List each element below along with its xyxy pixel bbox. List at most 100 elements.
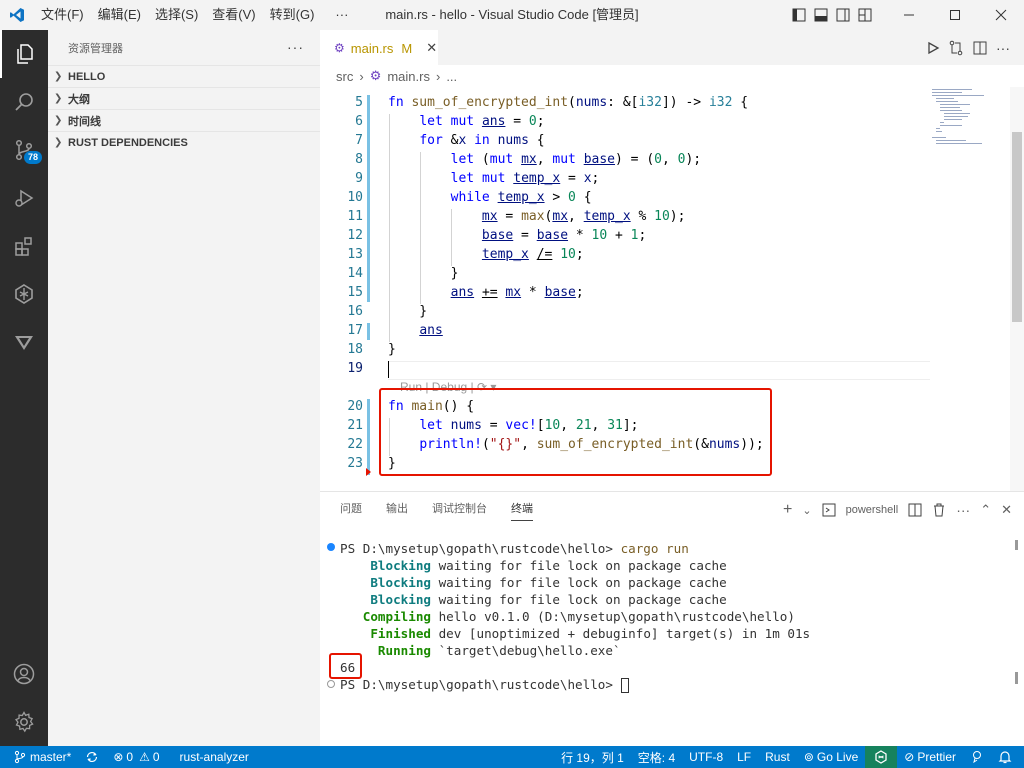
search-icon[interactable]	[0, 78, 48, 126]
panel-more-icon[interactable]: ···	[956, 502, 970, 518]
cargo-status-tag: Blocking	[370, 575, 432, 590]
gutter-modified-bar	[367, 399, 370, 475]
more-actions-icon[interactable]: ···	[996, 40, 1010, 56]
section-hello[interactable]: ❯ HELLO	[48, 65, 320, 87]
terminal-line: PS D:\mysetup\gopath\rustcode\hello>	[340, 676, 629, 693]
rust-file-icon: ⚙	[334, 41, 345, 55]
triangle-extension-icon[interactable]	[0, 318, 48, 366]
menu-selection[interactable]: 选择(S)	[148, 0, 205, 30]
split-editor-icon[interactable]	[972, 40, 988, 56]
cargo-status-text: waiting for file lock on package cache	[431, 592, 727, 607]
code-line: fn sum_of_encrypted_int(nums: &[i32]) ->…	[388, 95, 749, 110]
terminal-line: Finished dev [unoptimized + debuginfo] t…	[340, 625, 810, 642]
eol-status[interactable]: LF	[730, 746, 758, 768]
trash-icon[interactable]	[932, 503, 946, 517]
toggle-primary-sidebar-icon[interactable]	[788, 0, 810, 30]
code-line-cursor	[388, 361, 389, 378]
menu-edit[interactable]: 编辑(E)	[91, 0, 148, 30]
run-debug-icon[interactable]	[0, 174, 48, 222]
sidebar-more-icon[interactable]: ···	[287, 39, 304, 55]
menu-file[interactable]: 文件(F)	[34, 0, 91, 30]
tab-terminal[interactable]: 终端	[511, 500, 533, 521]
cargo-status-tag: Compiling	[362, 609, 431, 624]
branch-name: master*	[30, 750, 72, 764]
code-line: mx = max(mx, temp_x % 10);	[481, 209, 686, 224]
close-panel-icon[interactable]: ✕	[1001, 502, 1012, 518]
tab-output[interactable]: 输出	[386, 500, 408, 520]
chevron-right-icon: ❯	[54, 137, 63, 148]
line-number: 18	[347, 342, 363, 357]
rust-icon[interactable]	[0, 270, 48, 318]
new-terminal-icon[interactable]: +	[783, 501, 792, 519]
command-success-dot-icon	[327, 543, 335, 551]
line-number: 9	[355, 171, 363, 186]
feedback-icon[interactable]	[963, 746, 991, 768]
branch-status[interactable]: master*	[0, 746, 78, 768]
code-editor[interactable]: 5 6 7 8 9 10 11 12 13 14 15 16 17 18 19 …	[320, 87, 1024, 491]
close-window-icon[interactable]	[978, 0, 1024, 30]
cargo-status-text: hello v0.1.0 (D:\mysetup\gopath\rustcode…	[431, 609, 795, 624]
close-tab-icon[interactable]: ✕	[426, 40, 437, 56]
status-bar: master* ⊗ 0 ⚠ 0 rust-analyzer 行 19，列 1 空…	[0, 746, 1024, 768]
section-outline[interactable]: ❯ 大纲	[48, 87, 320, 109]
git-branch-icon	[14, 750, 26, 764]
go-live-status[interactable]: ⊚ Go Live	[797, 746, 865, 768]
current-line-highlight	[388, 361, 930, 380]
customize-layout-icon[interactable]	[854, 0, 876, 30]
maximize-panel-icon[interactable]: ⌃	[980, 502, 991, 518]
language-mode[interactable]: Rust	[758, 746, 797, 768]
breadcrumb-more[interactable]: ...	[446, 69, 457, 84]
sync-icon[interactable]	[78, 746, 106, 768]
encoding-status[interactable]: UTF-8	[682, 746, 730, 768]
toggle-secondary-sidebar-icon[interactable]	[832, 0, 854, 30]
check-circle-icon: ⊘	[904, 750, 915, 764]
minimize-icon[interactable]	[886, 0, 932, 30]
tab-main-rs[interactable]: ⚙ main.rs M ✕	[320, 30, 438, 65]
highlight-box-main	[379, 388, 772, 476]
chevron-down-icon[interactable]: ⌄	[802, 504, 811, 517]
account-icon[interactable]	[0, 650, 48, 698]
toggle-panel-icon[interactable]	[810, 0, 832, 30]
indentation-status[interactable]: 空格: 4	[631, 746, 682, 768]
cursor-position[interactable]: 行 19，列 1	[554, 746, 631, 768]
menu-view[interactable]: 查看(V)	[205, 0, 262, 30]
rust-analyzer-status[interactable]: rust-analyzer	[173, 746, 256, 768]
extensions-icon[interactable]	[0, 222, 48, 270]
minimap[interactable]	[930, 87, 1010, 147]
prettier-status[interactable]: ⊘ Prettier	[897, 746, 963, 768]
terminal-line: Blocking waiting for file lock on packag…	[340, 591, 727, 608]
notifications-bell-icon[interactable]	[991, 746, 1024, 768]
section-rust-dependencies[interactable]: ❯ RUST DEPENDENCIES	[48, 131, 320, 153]
settings-gear-icon[interactable]	[0, 698, 48, 746]
explorer-icon[interactable]	[0, 30, 48, 78]
line-number: 5	[355, 95, 363, 110]
run-icon[interactable]	[926, 41, 940, 55]
maximize-icon[interactable]	[932, 0, 978, 30]
split-terminal-icon[interactable]	[908, 503, 922, 517]
terminal-line: Running `target\debug\hello.exe`	[340, 642, 621, 659]
terminal-shell-label[interactable]: powershell	[846, 504, 899, 516]
bottom-panel: 问题 输出 调试控制台 终端 + ⌄ powershell ··· ⌃ ✕ PS…	[320, 491, 1024, 746]
code-line: }	[388, 266, 459, 281]
menu-more[interactable]: ···	[321, 0, 355, 30]
line-number: 7	[355, 133, 363, 148]
cargo-status-tag: Blocking	[370, 558, 432, 573]
line-number: 8	[355, 152, 363, 167]
rust-extension-status-icon[interactable]	[865, 746, 898, 768]
activity-bar: 78	[0, 30, 48, 746]
menu-go[interactable]: 转到(G)	[263, 0, 322, 30]
section-timeline[interactable]: ❯ 时间线	[48, 109, 320, 131]
compare-changes-icon[interactable]	[948, 40, 964, 56]
scrollbar-thumb[interactable]	[1012, 132, 1022, 322]
problems-status[interactable]: ⊗ 0 ⚠ 0	[106, 746, 166, 768]
warning-icon: ⚠	[139, 750, 150, 764]
tab-debug-console[interactable]: 调试控制台	[432, 500, 487, 520]
tab-problems[interactable]: 问题	[340, 500, 362, 520]
line-number: 14	[347, 266, 363, 281]
line-number: 22	[347, 437, 363, 452]
cargo-status-tag: Running	[377, 643, 431, 658]
editor-scrollbar[interactable]	[1010, 87, 1024, 491]
breadcrumb-file[interactable]: main.rs	[387, 69, 430, 84]
source-control-icon[interactable]: 78	[0, 126, 48, 174]
breadcrumb-src[interactable]: src	[336, 69, 353, 84]
